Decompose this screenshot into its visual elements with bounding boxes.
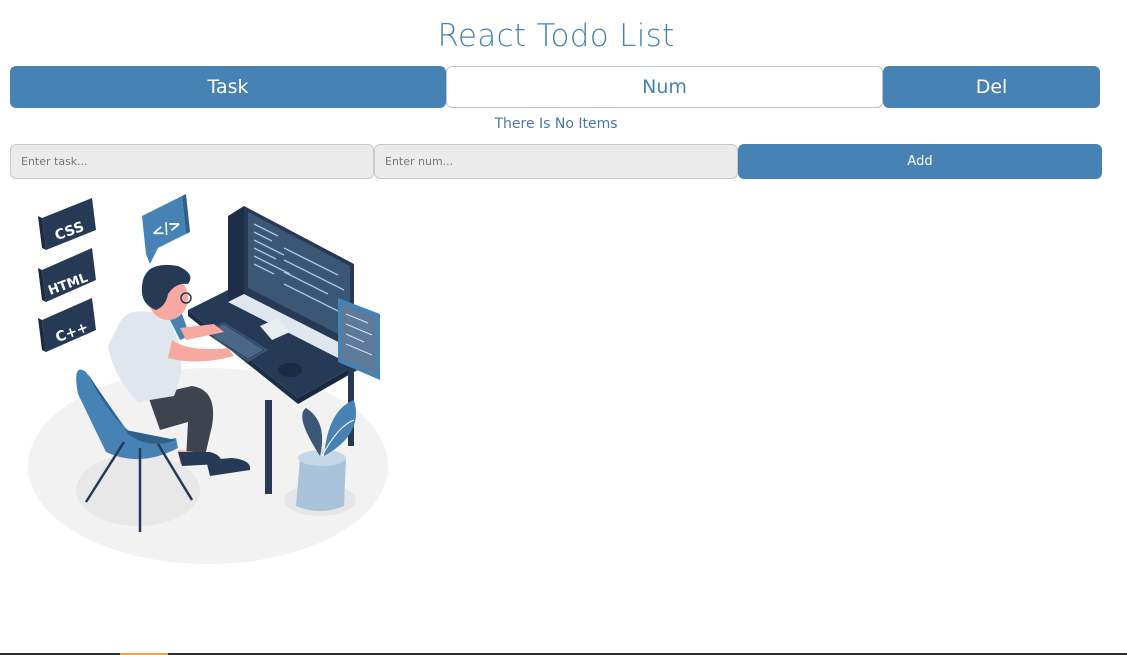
header-task: Task (10, 66, 446, 108)
developer-illustration: CSS HTML C++ </> (28, 194, 388, 564)
table-header: Task Num Del (10, 66, 1102, 108)
cpp-tag-icon: C++ (38, 298, 96, 352)
todo-app: React Todo List Task Num Del There Is No… (0, 0, 1127, 655)
add-button[interactable]: Add (738, 144, 1102, 179)
header-num: Num (446, 66, 883, 108)
header-del: Del (883, 66, 1100, 108)
page-title: React Todo List (437, 18, 675, 54)
html-tag-icon: HTML (38, 248, 96, 302)
task-input[interactable] (10, 144, 374, 179)
num-input[interactable] (374, 144, 738, 179)
empty-state-message: There Is No Items (494, 116, 618, 132)
code-bubble-icon: </> (142, 194, 190, 264)
css-tag-icon: CSS (38, 198, 96, 250)
mouse-icon (278, 363, 302, 377)
add-item-form: Add (10, 144, 1102, 179)
